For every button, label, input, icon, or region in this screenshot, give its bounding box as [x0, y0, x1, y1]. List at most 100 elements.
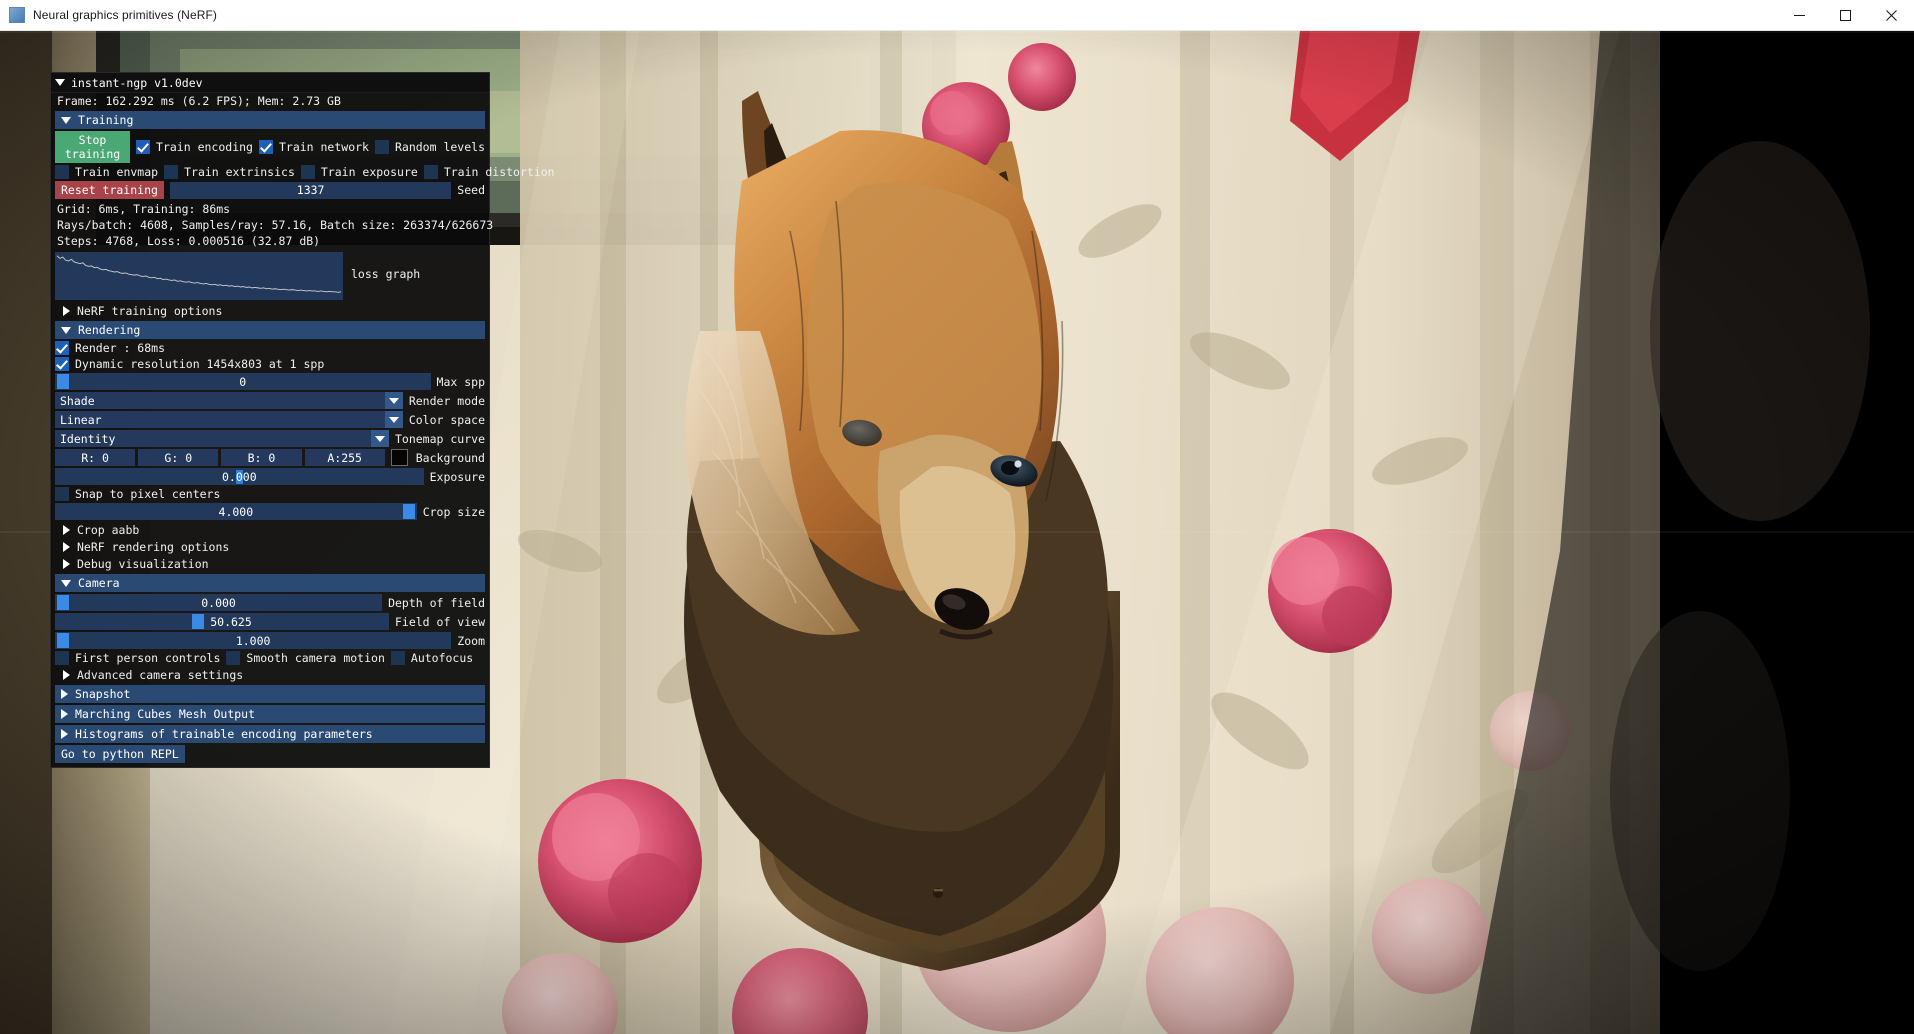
background-color-swatch[interactable] — [390, 449, 408, 466]
checkbox-train-envmap-label: Train envmap — [75, 165, 159, 179]
tonemap-curve-combo[interactable]: Identity — [55, 430, 389, 447]
checkbox-first-person-controls[interactable]: First person controls — [55, 651, 220, 665]
checkbox-train-exposure[interactable]: Train exposure — [300, 165, 418, 179]
section-header-camera[interactable]: Camera — [55, 574, 485, 592]
tree-nerf-rendering-options-label: NeRF rendering options — [77, 540, 230, 554]
chevron-down-icon — [61, 116, 71, 124]
checkbox-train-envmap[interactable]: Train envmap — [55, 165, 158, 179]
checkbox-train-distortion-box[interactable] — [423, 165, 438, 179]
depth-of-field-slider[interactable]: 0.000 — [55, 594, 383, 611]
collapse-arrow-down-icon[interactable] — [55, 79, 65, 86]
reset-seed-row: Reset training 1337 Seed — [55, 181, 485, 199]
section-header-histograms[interactable]: Histograms of trainable encoding paramet… — [55, 725, 485, 743]
seed-input[interactable]: 1337 — [169, 181, 452, 199]
tree-advanced-camera-settings[interactable]: Advanced camera settings — [61, 667, 485, 683]
checkbox-snap-to-pixel-centers-box[interactable] — [55, 487, 69, 501]
window-title: Neural graphics primitives (NeRF) — [33, 8, 218, 22]
section-header-marching-cubes-label: Marching Cubes Mesh Output — [75, 707, 256, 721]
chevron-down-icon[interactable] — [370, 430, 389, 447]
background-g-field[interactable]: G: 0 — [138, 449, 219, 466]
checkbox-train-extrinsics[interactable]: Train extrinsics — [164, 165, 295, 179]
crop-size-label: Crop size — [422, 504, 485, 519]
checkbox-smooth-camera-motion-box[interactable] — [226, 651, 241, 665]
tree-nerf-rendering-options[interactable]: NeRF rendering options — [61, 539, 485, 555]
tree-debug-visualization[interactable]: Debug visualization — [61, 556, 485, 572]
app-icon — [9, 7, 25, 23]
panel-titlebar[interactable]: instant-ngp v1.0dev — [51, 73, 489, 93]
checkbox-first-person-controls-label: First person controls — [75, 651, 221, 665]
checkbox-train-network-box[interactable] — [258, 140, 273, 154]
tree-nerf-training-options[interactable]: NeRF training options — [61, 303, 485, 319]
checkbox-train-distortion[interactable]: Train distortion — [423, 165, 555, 179]
background-a-field[interactable]: A:255 — [304, 449, 385, 466]
stop-training-button[interactable]: Stop training — [55, 131, 131, 163]
render-mode-combo[interactable]: Shade — [55, 392, 403, 409]
checkbox-train-exposure-box[interactable] — [300, 165, 315, 179]
section-header-marching-cubes[interactable]: Marching Cubes Mesh Output — [55, 705, 485, 723]
max-spp-row: 0 Max spp — [55, 373, 485, 390]
field-of-view-label: Field of view — [394, 614, 485, 629]
exposure-input[interactable]: 0.000 — [55, 468, 424, 485]
close-button[interactable] — [1868, 0, 1914, 31]
crop-size-slider-grab[interactable] — [402, 504, 415, 519]
checkbox-first-person-controls-box[interactable] — [55, 651, 69, 665]
checkbox-train-encoding-box[interactable] — [136, 140, 151, 154]
checkbox-render-box[interactable] — [55, 341, 69, 355]
section-header-rendering[interactable]: Rendering — [55, 321, 485, 339]
instant-ngp-control-panel[interactable]: instant-ngp v1.0dev Frame: 162.292 ms (6… — [50, 72, 555, 768]
maximize-button[interactable] — [1822, 0, 1868, 31]
minimize-button[interactable] — [1776, 0, 1822, 31]
zoom-slider-grab[interactable] — [57, 633, 69, 648]
go-to-python-repl-button[interactable]: Go to python REPL — [55, 745, 185, 763]
zoom-label: Zoom — [457, 633, 485, 648]
chevron-right-icon — [63, 670, 70, 680]
color-space-combo[interactable]: Linear — [55, 411, 403, 428]
steps-loss-stats: Steps: 4768, Loss: 0.000516 (32.87 dB) — [57, 234, 321, 248]
exposure-label: Exposure — [429, 469, 485, 484]
zoom-row: 1.000 Zoom — [55, 632, 485, 649]
color-space-value: Linear — [60, 412, 102, 427]
render-mode-row: Shade Render mode — [55, 392, 485, 409]
section-header-camera-label: Camera — [78, 576, 120, 590]
checkbox-dynamic-resolution[interactable]: Dynamic resolution 1454x803 at 1 spp — [55, 357, 324, 371]
render-mode-value: Shade — [60, 393, 95, 408]
checkbox-random-levels[interactable]: Random levels — [374, 140, 485, 154]
chevron-down-icon — [61, 326, 71, 334]
field-of-view-value: 50.625 — [210, 614, 252, 629]
nerf-render-viewport[interactable]: instant-ngp v1.0dev Frame: 162.292 ms (6… — [0, 31, 1914, 1034]
checkbox-render[interactable]: Render : 68ms — [55, 341, 165, 355]
checkbox-train-extrinsics-box[interactable] — [164, 165, 179, 179]
tonemap-curve-label: Tonemap curve — [394, 431, 485, 446]
field-of-view-row: 50.625 Field of view — [55, 613, 485, 630]
chevron-right-icon — [63, 542, 70, 552]
checkbox-autofocus-box[interactable] — [390, 651, 405, 665]
depth-of-field-slider-grab[interactable] — [57, 595, 69, 610]
reset-training-button[interactable]: Reset training — [55, 181, 164, 199]
checkbox-smooth-camera-motion[interactable]: Smooth camera motion — [226, 651, 385, 665]
checkbox-render-label: Render : 68ms — [75, 341, 166, 355]
checkbox-train-envmap-box[interactable] — [55, 165, 69, 179]
checkbox-train-encoding[interactable]: Train encoding — [136, 140, 253, 154]
checkbox-random-levels-box[interactable] — [374, 140, 389, 154]
max-spp-slider[interactable]: 0 — [55, 373, 431, 390]
max-spp-slider-grab[interactable] — [57, 374, 69, 389]
seed-value: 1337 — [296, 183, 325, 197]
chevron-down-icon[interactable] — [384, 392, 403, 409]
crop-size-value: 4.000 — [218, 504, 254, 519]
field-of-view-slider-grab[interactable] — [191, 614, 204, 629]
background-r-field[interactable]: R: 0 — [55, 449, 136, 466]
crop-size-slider[interactable]: 4.000 — [55, 503, 417, 520]
tree-crop-aabb[interactable]: Crop aabb — [61, 522, 485, 538]
chevron-down-icon[interactable] — [384, 411, 403, 428]
checkbox-dynamic-resolution-box[interactable] — [55, 357, 69, 371]
background-label: Background — [415, 450, 485, 465]
checkbox-snap-to-pixel-centers[interactable]: Snap to pixel centers — [55, 487, 220, 501]
section-header-snapshot[interactable]: Snapshot — [55, 685, 485, 703]
background-b-field[interactable]: B: 0 — [221, 449, 302, 466]
zoom-slider[interactable]: 1.000 — [55, 632, 452, 649]
python-repl-row: Go to python REPL — [55, 745, 485, 763]
checkbox-train-network[interactable]: Train network — [258, 140, 369, 154]
section-header-training[interactable]: Training — [55, 111, 485, 129]
checkbox-autofocus[interactable]: Autofocus — [390, 651, 473, 665]
field-of-view-slider[interactable]: 50.625 — [55, 613, 389, 630]
